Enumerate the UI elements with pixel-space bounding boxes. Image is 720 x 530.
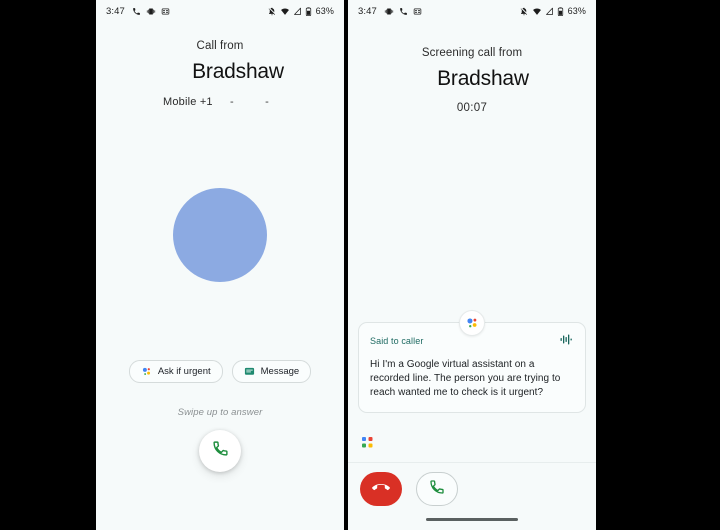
caller-avatar (173, 188, 267, 282)
google-assistant-dots-icon (362, 436, 374, 448)
status-bar-right-group: 63% (267, 6, 334, 16)
status-bar-right: 3:47 63% (348, 0, 596, 22)
status-bar-left-group: 3:47 (358, 6, 422, 17)
incoming-call-screen: 3:47 63% Call from Bradshaw Mobile +1 - … (96, 0, 344, 530)
message-button[interactable]: Message (231, 360, 312, 383)
notifications-muted-icon (519, 7, 529, 16)
phone-icon (429, 479, 445, 500)
answer-call-button[interactable] (416, 472, 458, 506)
status-bar-left: 3:47 63% (96, 0, 344, 22)
wifi-icon (532, 7, 542, 16)
message-icon (244, 366, 255, 377)
notifications-muted-icon (267, 7, 277, 16)
wifi-icon (280, 7, 290, 16)
call-status-label: Call from (196, 40, 244, 52)
status-bar-right-group: 63% (519, 6, 586, 16)
transcript-text: Hi I'm a Google virtual assistant on a r… (370, 359, 561, 398)
vibrate-icon (146, 7, 156, 16)
transcript-title: Said to caller (370, 336, 424, 346)
ask-if-urgent-button[interactable]: Ask if urgent (128, 360, 223, 383)
caller-number: Mobile +1 - - (96, 96, 344, 108)
phone-call-icon (399, 7, 408, 16)
audio-waveform-icon (560, 332, 574, 350)
screenshot-stage: 3:47 63% Call from Bradshaw Mobile +1 - … (0, 0, 720, 530)
battery-percent-label: 63% (567, 6, 586, 16)
sim-card-icon (413, 7, 422, 16)
call-timer: 00:07 (456, 102, 488, 114)
caller-header: Call from Bradshaw Mobile +1 - - (96, 22, 344, 108)
screening-header: Screening call from Bradshaw 00:07 (348, 22, 596, 114)
caller-name: Bradshaw (192, 60, 284, 83)
call-screening-screen: 3:47 63% Screening call from Bradshaw 00… (348, 0, 596, 530)
phone-call-icon (132, 7, 141, 16)
battery-icon (305, 6, 312, 16)
google-assistant-icon (141, 366, 152, 377)
call-controls (348, 472, 596, 506)
caller-name: Bradshaw (437, 67, 529, 90)
answer-button-row (96, 430, 344, 472)
cellular-signal-icon (293, 7, 302, 16)
status-bar-left-group: 3:47 (106, 6, 170, 17)
gesture-navigation-pill[interactable] (426, 518, 518, 521)
call-status-label: Screening call from (421, 47, 523, 59)
ask-if-urgent-label: Ask if urgent (157, 366, 211, 377)
quick-action-chips: Ask if urgent Message (96, 360, 344, 383)
phone-icon (212, 440, 229, 462)
message-label: Message (260, 366, 300, 377)
phone-hangup-icon (372, 478, 390, 501)
answer-call-button[interactable] (199, 430, 241, 472)
battery-percent-label: 63% (315, 6, 334, 16)
status-bar-clock: 3:47 (358, 5, 377, 17)
bottom-divider (348, 462, 596, 463)
battery-icon (557, 6, 564, 16)
status-bar-clock: 3:47 (106, 5, 125, 17)
vibrate-icon (384, 7, 394, 16)
google-assistant-icon (459, 310, 485, 336)
cellular-signal-icon (545, 7, 554, 16)
caller-number-prefix: Mobile +1 (162, 96, 213, 108)
sim-card-icon (161, 7, 170, 16)
caller-number-dash-1: - (230, 96, 234, 108)
end-call-button[interactable] (360, 472, 402, 506)
caller-number-dash-2: - (265, 96, 270, 108)
swipe-up-hint: Swipe up to answer (177, 407, 263, 418)
